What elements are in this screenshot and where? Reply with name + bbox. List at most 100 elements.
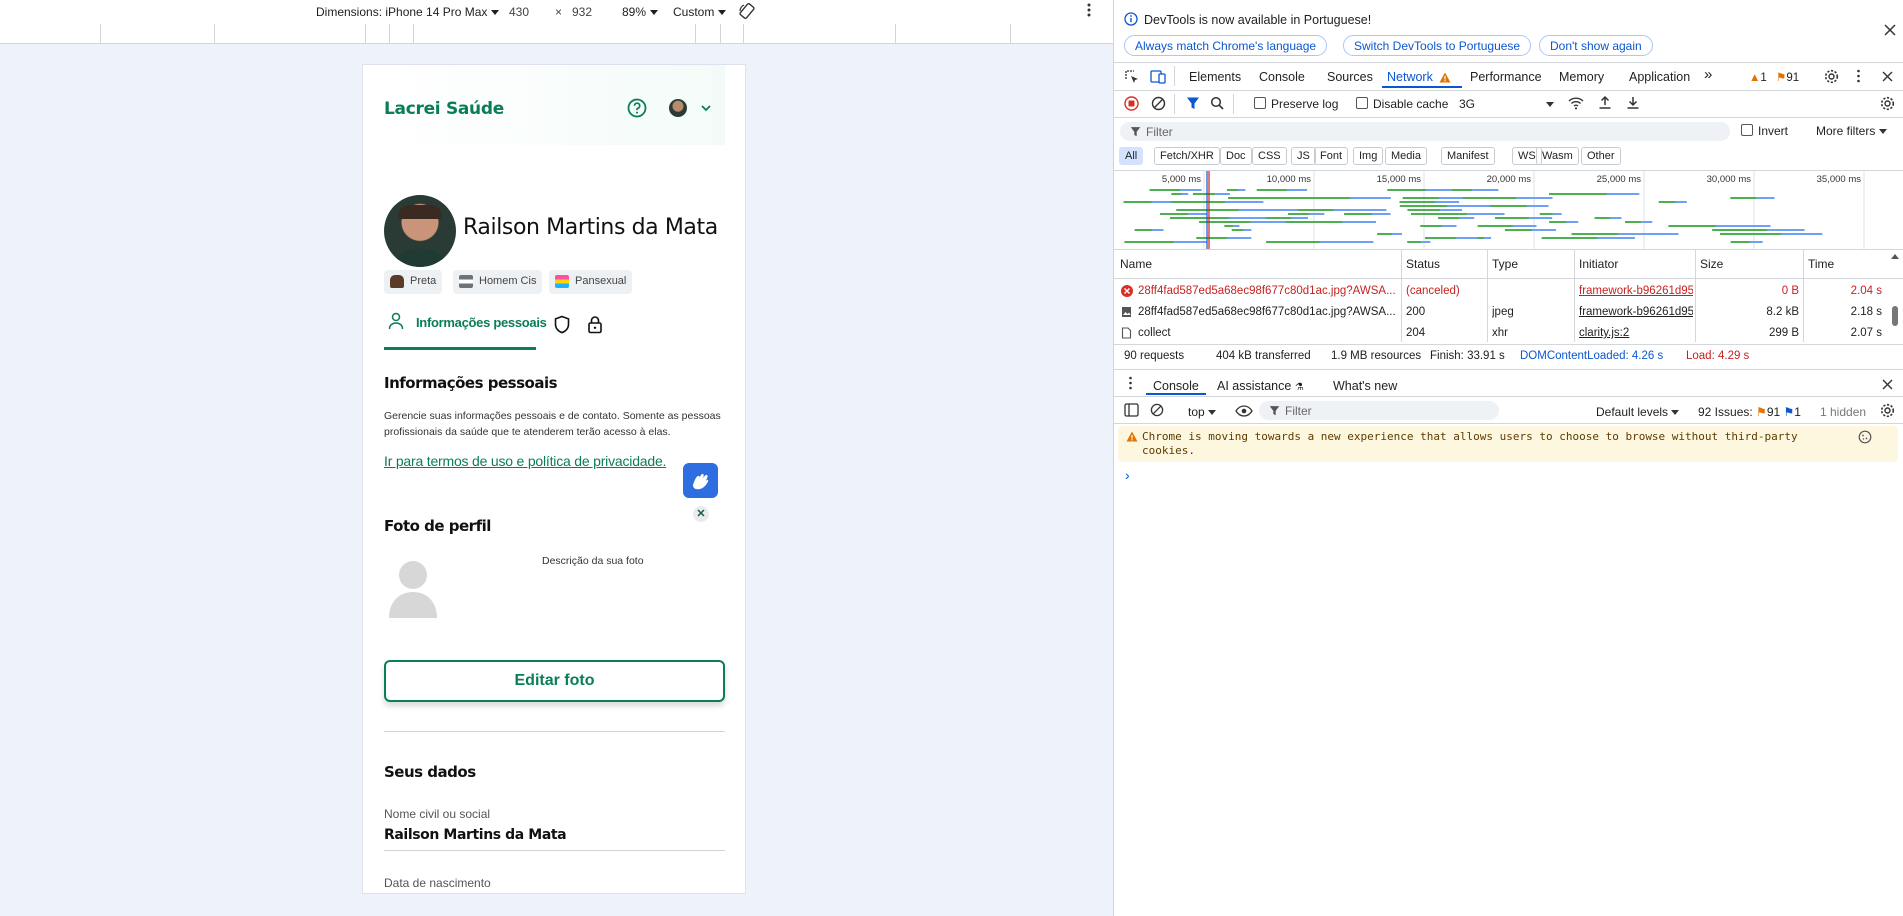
drawer-tab-ai-assistance[interactable]: AI assistance ⚗	[1217, 379, 1304, 393]
waterfall-bar	[1438, 197, 1464, 199]
close-drawer-icon[interactable]	[1882, 379, 1893, 390]
throttling-select[interactable]: 3G	[1459, 97, 1554, 111]
device-toggle-icon[interactable]	[1150, 68, 1166, 84]
edit-photo-button[interactable]: Editar foto	[384, 660, 725, 702]
rotate-icon[interactable]	[738, 2, 756, 20]
tab-performance[interactable]: Performance	[1470, 70, 1542, 84]
cell-initiator[interactable]: clarity.js:2	[1579, 327, 1693, 339]
upload-icon[interactable]	[1598, 95, 1612, 110]
height-input[interactable]: 932	[572, 5, 592, 19]
record-stop-icon[interactable]	[1124, 96, 1139, 111]
download-icon[interactable]	[1626, 95, 1640, 110]
filter-icon[interactable]	[1186, 96, 1200, 110]
more-vert-icon[interactable]	[1086, 2, 1092, 18]
network-overview-timeline[interactable]: 5,000 ms 10,000 ms 15,000 ms 20,000 ms 25,00…	[1114, 171, 1903, 249]
cell-initiator[interactable]: framework-b96261d959dc	[1579, 306, 1693, 318]
more-vert-icon[interactable]	[1856, 69, 1861, 83]
lock-icon[interactable]	[587, 315, 603, 334]
drawer-menu-icon[interactable]	[1128, 376, 1133, 390]
shield-icon[interactable]	[553, 315, 571, 334]
more-tabs-icon[interactable]: »	[1704, 66, 1712, 83]
table-row[interactable]: 28ff4fad587ed5a68ec98f677c80d1ac.jpg?AWS…	[1114, 282, 1884, 302]
col-time[interactable]: Time	[1808, 257, 1834, 271]
filter-chip-manifest[interactable]: Manifest	[1441, 147, 1495, 165]
header-avatar[interactable]	[669, 99, 687, 117]
filter-chip-all[interactable]: All	[1119, 147, 1144, 165]
log-levels-select[interactable]: Default levels	[1596, 405, 1680, 419]
col-size[interactable]: Size	[1700, 257, 1723, 271]
zoom-select[interactable]: 89%	[622, 5, 659, 19]
drawer-tab-console[interactable]: Console	[1153, 379, 1199, 393]
filter-chip-doc[interactable]: Doc	[1220, 147, 1252, 165]
filter-chip-fetch-xhr[interactable]: Fetch/XHR	[1154, 147, 1220, 165]
col-name[interactable]: Name	[1120, 257, 1152, 271]
switch-language-button[interactable]: Switch DevTools to Portuguese	[1343, 35, 1532, 56]
issue-counters[interactable]: ▲1 ⚑91	[1749, 70, 1799, 84]
waterfall-bar	[1333, 209, 1357, 211]
disable-cache-checkbox[interactable]	[1356, 97, 1368, 109]
context-select[interactable]: top	[1188, 405, 1217, 419]
tab-sources[interactable]: Sources	[1327, 70, 1373, 84]
preserve-log-checkbox[interactable]	[1254, 97, 1266, 109]
help-icon[interactable]	[627, 98, 647, 118]
dont-show-again-button[interactable]: Don't show again	[1539, 35, 1653, 56]
more-filters-label: More filters	[1816, 124, 1876, 138]
table-row[interactable]: 28ff4fad587ed5a68ec98f677c80d1ac.jpg?AWS…	[1114, 303, 1884, 323]
waterfall-bar	[1493, 205, 1527, 207]
close-icon[interactable]: ✕	[693, 506, 709, 522]
console-settings-gear-icon[interactable]	[1880, 403, 1895, 418]
more-filters-select[interactable]: More filters	[1816, 124, 1887, 138]
filter-chip-media[interactable]: Media	[1385, 147, 1427, 165]
search-icon[interactable]	[1210, 96, 1224, 110]
filter-input[interactable]: Filter	[1120, 122, 1730, 141]
col-type[interactable]: Type	[1492, 257, 1518, 271]
section-description: Gerencie suas informações pessoais e de …	[384, 410, 721, 438]
clear-console-icon[interactable]	[1150, 403, 1164, 417]
tab-console[interactable]: Console	[1259, 70, 1305, 84]
filter-chip-img[interactable]: Img	[1353, 147, 1384, 165]
col-initiator[interactable]: Initiator	[1579, 257, 1618, 271]
tab-network[interactable]: Network	[1387, 70, 1451, 84]
filter-chip-js[interactable]: JS	[1291, 147, 1316, 165]
drawer-tab-whats-new[interactable]: What's new	[1333, 379, 1397, 393]
cell-type: xhr	[1492, 327, 1508, 339]
table-scrollbar[interactable]	[1892, 306, 1898, 326]
filter-chip-css[interactable]: CSS	[1252, 147, 1287, 165]
cell-initiator[interactable]: framework-b96261d959dc	[1579, 285, 1693, 297]
eye-icon[interactable]	[1235, 405, 1253, 417]
invert-checkbox[interactable]	[1741, 124, 1753, 136]
tab-application[interactable]: Application	[1629, 70, 1690, 84]
chevron-down-icon[interactable]	[700, 103, 712, 113]
person-icon[interactable]	[388, 312, 404, 330]
brand-logo[interactable]: Lacrei Saúde	[384, 99, 504, 119]
filter-chip-other[interactable]: Other	[1581, 147, 1621, 165]
cookie-icon[interactable]	[1858, 430, 1872, 444]
filter-chip-font[interactable]: Font	[1314, 147, 1349, 165]
console-prompt-icon[interactable]: ›	[1125, 467, 1130, 483]
tab-personal-info[interactable]: Informações pessoais	[416, 315, 547, 330]
width-input[interactable]: 430	[509, 5, 529, 19]
close-icon[interactable]	[1884, 24, 1896, 36]
wifi-settings-icon[interactable]	[1568, 96, 1584, 110]
tab-memory[interactable]: Memory	[1559, 70, 1604, 84]
close-devtools-icon[interactable]	[1882, 71, 1893, 82]
col-status[interactable]: Status	[1406, 257, 1440, 271]
terms-link[interactable]: Ir para termos de uso e política de priv…	[384, 453, 666, 469]
sidebar-toggle-icon[interactable]	[1124, 403, 1139, 417]
name-value: Railson Martins da Mata	[384, 827, 567, 843]
sort-caret-icon[interactable]	[1891, 254, 1899, 259]
issues-counter[interactable]: 92 Issues: ⚑91 ⚑1	[1698, 405, 1801, 419]
tab-elements[interactable]: Elements	[1189, 70, 1241, 84]
device-select[interactable]: Dimensions: iPhone 14 Pro Max	[316, 5, 500, 19]
waterfall-bar	[1411, 213, 1468, 215]
table-row[interactable]: collect 204 xhr clarity.js:2 299 B 2.07 …	[1114, 324, 1884, 344]
network-settings-gear-icon[interactable]	[1880, 96, 1895, 111]
throttle-select[interactable]: Custom	[673, 5, 727, 19]
libras-accessibility-button[interactable]	[683, 463, 718, 498]
match-language-button[interactable]: Always match Chrome's language	[1124, 35, 1328, 56]
settings-gear-icon[interactable]	[1824, 69, 1839, 84]
inspect-icon[interactable]	[1124, 69, 1140, 85]
filter-chip-wasm[interactable]: Wasm	[1536, 147, 1579, 165]
console-filter-input[interactable]: Filter	[1259, 401, 1499, 420]
clear-icon[interactable]	[1151, 96, 1166, 111]
